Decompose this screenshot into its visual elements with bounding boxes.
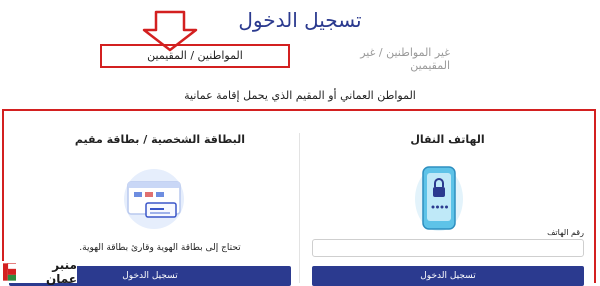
page-title: تسجيل الدخول	[238, 8, 362, 32]
column-divider	[299, 133, 300, 283]
mobile-title: الهاتف النقال	[410, 133, 485, 146]
page-subtitle: المواطن العماني أو المقيم الذي يحمل إقام…	[184, 89, 416, 102]
watermark-logo: منبر عمان	[0, 258, 77, 286]
id-card-title: البطاقة الشخصية / بطاقة مقيم	[74, 133, 246, 146]
phone-number-input[interactable]	[312, 239, 584, 257]
logo-flag-icon	[3, 263, 17, 281]
watermark-text: منبر عمان	[46, 258, 77, 286]
id-card-description: تحتاج إلى بطاقة الهوية وقارئ بطاقة الهوي…	[79, 243, 241, 253]
id-card-icon	[124, 169, 184, 229]
mobile-login-button[interactable]: تسجيل الدخول	[312, 266, 584, 286]
phone-number-label: رقم الهاتف	[547, 228, 584, 237]
tab-citizens-residents[interactable]: المواطنين / المقيمين	[100, 44, 290, 68]
login-tabs: المواطنين / المقيمين غير المواطنين / غير…	[100, 44, 460, 72]
tab-non-citizens[interactable]: غير المواطنين / غير المقيمين	[332, 46, 450, 72]
phone-lock-icon	[415, 166, 463, 231]
